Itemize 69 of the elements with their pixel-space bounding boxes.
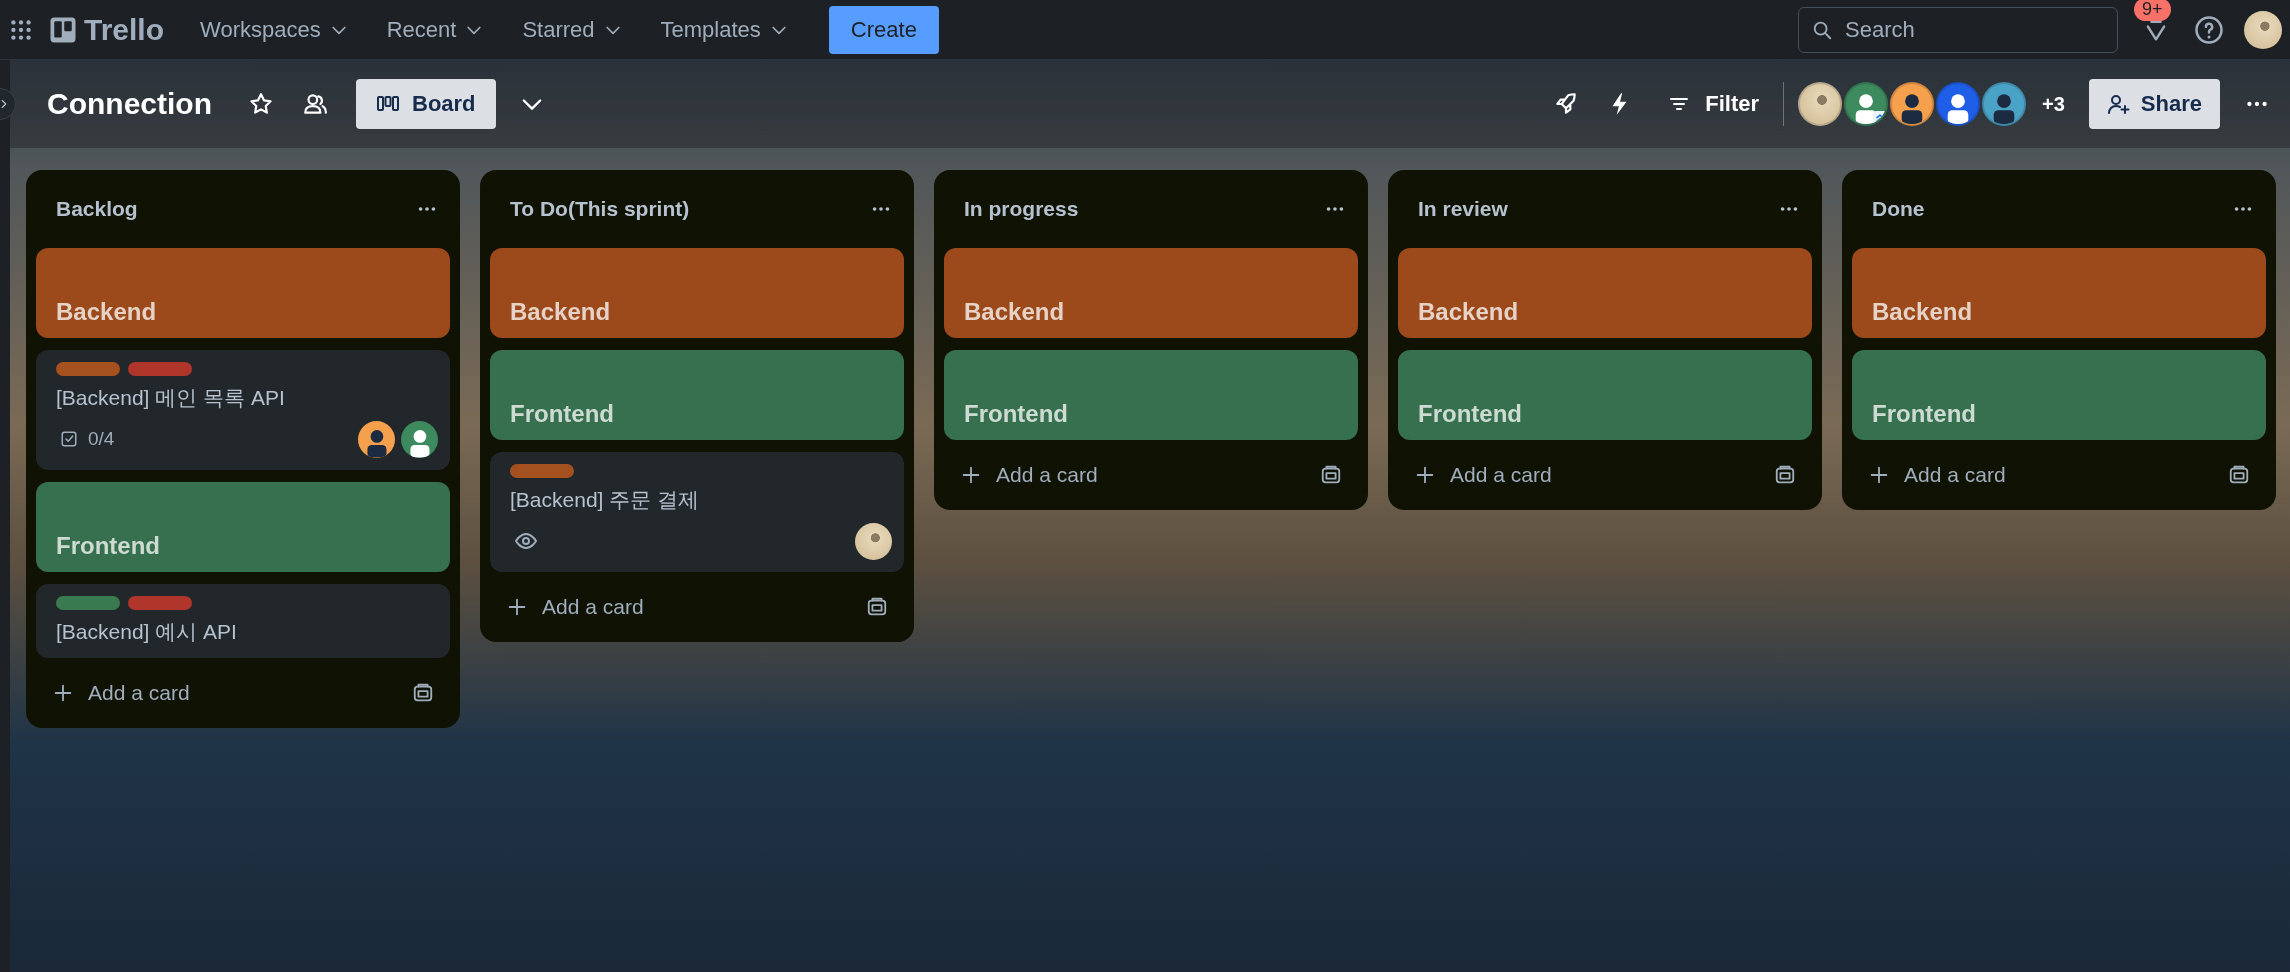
- plus-icon: [1414, 464, 1436, 486]
- member-count[interactable]: +3: [2042, 92, 2065, 116]
- card-title: [Backend] 예시 API: [56, 619, 238, 645]
- add-card-button[interactable]: Add a card: [960, 463, 1098, 487]
- cover-card[interactable]: Backend: [944, 248, 1358, 338]
- nav-menu-button[interactable]: Templates: [646, 8, 803, 51]
- card-template-icon[interactable]: [2228, 464, 2250, 486]
- cover-card[interactable]: Backend: [36, 248, 450, 338]
- card-label[interactable]: [56, 362, 120, 376]
- user-avatar[interactable]: [2244, 10, 2282, 49]
- list-title[interactable]: In progress: [964, 197, 1079, 221]
- cover-card[interactable]: Frontend: [490, 350, 904, 440]
- user-avatar[interactable]: [1936, 82, 1981, 126]
- search-field[interactable]: Search: [1798, 6, 2118, 53]
- card-label[interactable]: [510, 464, 574, 478]
- card[interactable]: [Backend] 예시 API: [36, 584, 450, 658]
- plus-icon: [960, 464, 982, 486]
- card[interactable]: [Backend] 주문 결제: [490, 452, 904, 572]
- notification-badge: 9+: [2134, 0, 2171, 21]
- list-title[interactable]: In review: [1418, 197, 1508, 221]
- card-label[interactable]: [128, 596, 192, 610]
- card-label[interactable]: [128, 362, 192, 376]
- board-view-button[interactable]: Board: [356, 79, 496, 129]
- cover-card[interactable]: Frontend: [36, 482, 450, 572]
- nav-menu-button[interactable]: Workspaces: [186, 8, 363, 51]
- star-icon[interactable]: [248, 91, 274, 117]
- board-title[interactable]: Connection: [47, 87, 212, 121]
- filter-button[interactable]: Filter: [1661, 90, 1766, 118]
- nav-menu-button[interactable]: Starred: [508, 8, 637, 51]
- plus-icon: [52, 682, 74, 704]
- cover-card[interactable]: Backend: [1398, 248, 1812, 338]
- user-avatar[interactable]: [401, 420, 438, 458]
- nav-menu-button[interactable]: Recent: [372, 8, 499, 51]
- admin-chevron-icon: [1873, 111, 1887, 124]
- checklist-icon: [60, 430, 78, 448]
- cover-card[interactable]: Backend: [490, 248, 904, 338]
- card-title: [Backend] 메인 목록 API: [56, 385, 286, 411]
- user-avatar[interactable]: [358, 420, 395, 458]
- plus-icon: [1868, 464, 1890, 486]
- help-icon[interactable]: [2194, 14, 2224, 45]
- people-icon[interactable]: [302, 91, 328, 117]
- user-avatar[interactable]: [855, 522, 892, 560]
- add-card-button[interactable]: Add a card: [1414, 463, 1552, 487]
- user-avatar[interactable]: [1890, 82, 1935, 126]
- cover-card[interactable]: Frontend: [944, 350, 1358, 440]
- cover-card[interactable]: Frontend: [1398, 350, 1812, 440]
- cover-card[interactable]: Frontend: [1852, 350, 2266, 440]
- card-template-icon[interactable]: [866, 596, 888, 618]
- list-title[interactable]: Backlog: [56, 197, 138, 221]
- add-card-button[interactable]: Add a card: [52, 681, 190, 705]
- cover-card[interactable]: Backend: [1852, 248, 2266, 338]
- checklist-count: 0/4: [88, 428, 115, 450]
- create-button[interactable]: Create: [828, 5, 939, 54]
- list-title[interactable]: To Do(This sprint): [510, 197, 690, 221]
- user-avatar[interactable]: [1798, 82, 1843, 126]
- card-template-icon[interactable]: [1320, 464, 1342, 486]
- add-person-icon: [2106, 92, 2131, 116]
- user-avatar[interactable]: [1844, 82, 1889, 126]
- list-title[interactable]: Done: [1872, 197, 1925, 221]
- share-button[interactable]: Share: [2088, 79, 2220, 129]
- logo-text[interactable]: Trello: [84, 12, 165, 47]
- card-title: [Backend] 주문 결제: [510, 487, 701, 513]
- add-card-button[interactable]: Add a card: [506, 595, 644, 619]
- card-label[interactable]: [56, 596, 120, 610]
- card[interactable]: [Backend] 메인 목록 API 0/4: [36, 350, 450, 470]
- card-template-icon[interactable]: [412, 682, 434, 704]
- card-template-icon[interactable]: [1774, 464, 1796, 486]
- plus-icon: [506, 596, 528, 618]
- add-card-button[interactable]: Add a card: [1868, 463, 2006, 487]
